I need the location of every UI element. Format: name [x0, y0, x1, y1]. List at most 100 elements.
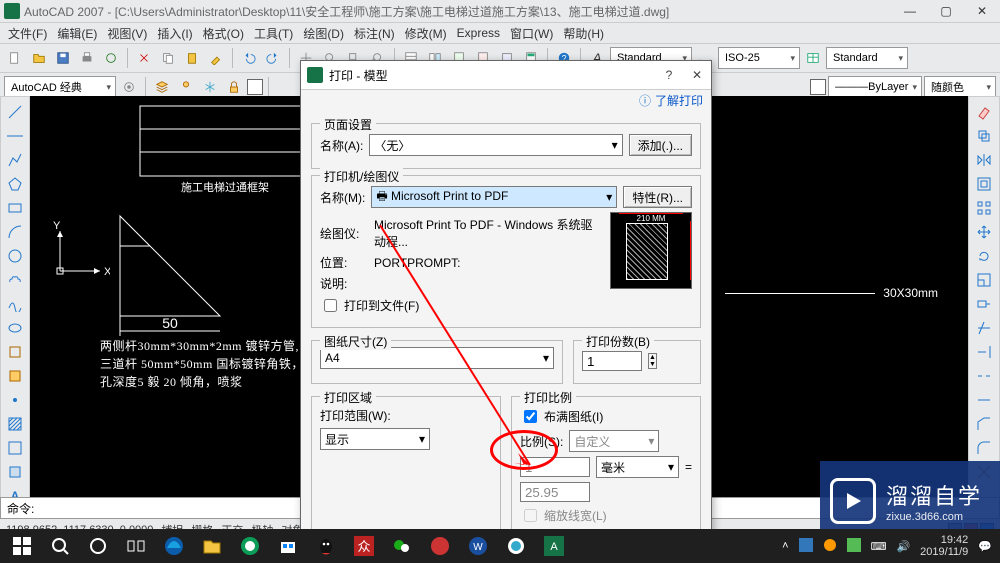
insert-icon[interactable]: [6, 343, 24, 361]
cortana-icon[interactable]: [84, 532, 112, 560]
redo-icon[interactable]: [262, 47, 284, 69]
max-button[interactable]: ▢: [928, 0, 964, 22]
menu-format[interactable]: 格式(O): [203, 25, 244, 42]
print-icon[interactable]: [76, 47, 98, 69]
hatch-icon[interactable]: [6, 415, 24, 433]
offset-icon[interactable]: [975, 175, 993, 193]
paper-size-combo[interactable]: A4▾: [320, 347, 554, 369]
fillet-icon[interactable]: [975, 439, 993, 457]
fit-to-paper-check[interactable]: 布满图纸(I): [520, 407, 603, 426]
app-icon-cyan[interactable]: [502, 532, 530, 560]
ellipse-icon[interactable]: [6, 319, 24, 337]
wechat-icon[interactable]: [388, 532, 416, 560]
min-button[interactable]: —: [892, 0, 928, 22]
close-button[interactable]: ✕: [964, 0, 1000, 22]
polyline-icon[interactable]: [6, 151, 24, 169]
layer-color-swatch[interactable]: [247, 79, 263, 95]
menu-dim[interactable]: 标注(N): [354, 25, 395, 42]
app-icon-w[interactable]: 众: [350, 532, 378, 560]
app-icon-red[interactable]: [426, 532, 454, 560]
spline-icon[interactable]: [6, 295, 24, 313]
point-icon[interactable]: [6, 391, 24, 409]
extend-icon[interactable]: [975, 343, 993, 361]
add-page-setup-button[interactable]: 添加(.)...: [629, 134, 692, 156]
menu-view[interactable]: 视图(V): [107, 25, 147, 42]
menu-tools[interactable]: 工具(T): [254, 25, 293, 42]
notification-icon[interactable]: 💬: [978, 540, 992, 553]
break-icon[interactable]: [975, 367, 993, 385]
line-icon[interactable]: [6, 103, 24, 121]
polygon-icon[interactable]: [6, 175, 24, 193]
open-icon[interactable]: [28, 47, 50, 69]
circle-icon[interactable]: [6, 247, 24, 265]
layer-lock-icon[interactable]: [223, 76, 245, 98]
autocad-task-icon[interactable]: A: [540, 532, 568, 560]
dialog-close-button[interactable]: ✕: [683, 68, 711, 82]
spinner-icon[interactable]: ▲▼: [648, 353, 657, 369]
copy2-icon[interactable]: [975, 127, 993, 145]
undo-icon[interactable]: [238, 47, 260, 69]
rotate-icon[interactable]: [975, 247, 993, 265]
array-icon[interactable]: [975, 199, 993, 217]
start-icon[interactable]: [8, 532, 36, 560]
region-icon[interactable]: [6, 463, 24, 481]
browser-icon[interactable]: [236, 532, 264, 560]
paste-icon[interactable]: [181, 47, 203, 69]
stretch-icon[interactable]: [975, 295, 993, 313]
tray-kb-icon[interactable]: ⌨: [871, 540, 887, 553]
revcloud-icon[interactable]: [6, 271, 24, 289]
color-combo[interactable]: 随颜色▾: [924, 76, 996, 98]
mirror-icon[interactable]: [975, 151, 993, 169]
menu-modify[interactable]: 修改(M): [405, 25, 447, 42]
qq-icon[interactable]: [312, 532, 340, 560]
copies-input[interactable]: [582, 351, 642, 371]
search-icon[interactable]: [46, 532, 74, 560]
rect-icon[interactable]: [6, 199, 24, 217]
chamfer-icon[interactable]: [975, 415, 993, 433]
trim-icon[interactable]: [975, 319, 993, 337]
menu-file[interactable]: 文件(F): [8, 25, 47, 42]
plot-preview-icon[interactable]: [100, 47, 122, 69]
menu-express[interactable]: Express: [457, 26, 500, 40]
wps-icon[interactable]: W: [464, 532, 492, 560]
menu-edit[interactable]: 编辑(E): [57, 25, 97, 42]
linetype-combo[interactable]: ———ByLayer▾: [828, 76, 922, 98]
dialog-help-button[interactable]: ?: [655, 68, 683, 82]
taskbar-clock[interactable]: 19:422019/11/9: [920, 534, 968, 558]
store-icon[interactable]: [274, 532, 302, 560]
learn-print-link[interactable]: 了解打印: [655, 92, 703, 109]
xline-icon[interactable]: [6, 127, 24, 145]
printer-combo[interactable]: 🖶 Microsoft Print to PDF▾: [371, 186, 617, 208]
tablestyle-combo[interactable]: Standard▾: [826, 47, 908, 69]
scale-unit-combo[interactable]: 毫米▾: [596, 456, 679, 478]
workspace-gear-icon[interactable]: [118, 76, 140, 98]
taskview-icon[interactable]: [122, 532, 150, 560]
explorer-icon[interactable]: [198, 532, 226, 560]
menu-window[interactable]: 窗口(W): [510, 25, 553, 42]
color-swatch[interactable]: [810, 79, 826, 95]
page-setup-combo[interactable]: 〈无〉▾: [369, 134, 622, 156]
menu-draw[interactable]: 绘图(D): [303, 25, 344, 42]
tray-chevron-icon[interactable]: ˄: [782, 540, 788, 552]
gradient-icon[interactable]: [6, 439, 24, 457]
print-to-file-check[interactable]: 打印到文件(F): [320, 296, 419, 315]
menu-insert[interactable]: 插入(I): [157, 25, 192, 42]
cut-icon[interactable]: [133, 47, 155, 69]
dimstyle-combo[interactable]: ISO-25▾: [718, 47, 800, 69]
block-icon[interactable]: [6, 367, 24, 385]
tablestyle-icon[interactable]: [802, 47, 824, 69]
tray-icon-1[interactable]: [799, 538, 813, 555]
workspace-combo[interactable]: AutoCAD 经典▾: [4, 76, 116, 98]
printer-properties-button[interactable]: 特性(R)...: [623, 186, 692, 208]
tray-icon-3[interactable]: [847, 538, 861, 555]
scale-icon[interactable]: [975, 271, 993, 289]
layer-manager-icon[interactable]: [151, 76, 173, 98]
new-icon[interactable]: [4, 47, 26, 69]
arc-icon[interactable]: [6, 223, 24, 241]
move-icon[interactable]: [975, 223, 993, 241]
save-icon[interactable]: [52, 47, 74, 69]
menu-help[interactable]: 帮助(H): [563, 25, 604, 42]
print-range-combo[interactable]: 显示▾: [320, 428, 430, 450]
matchprop-icon[interactable]: [205, 47, 227, 69]
layer-freeze-icon[interactable]: [199, 76, 221, 98]
